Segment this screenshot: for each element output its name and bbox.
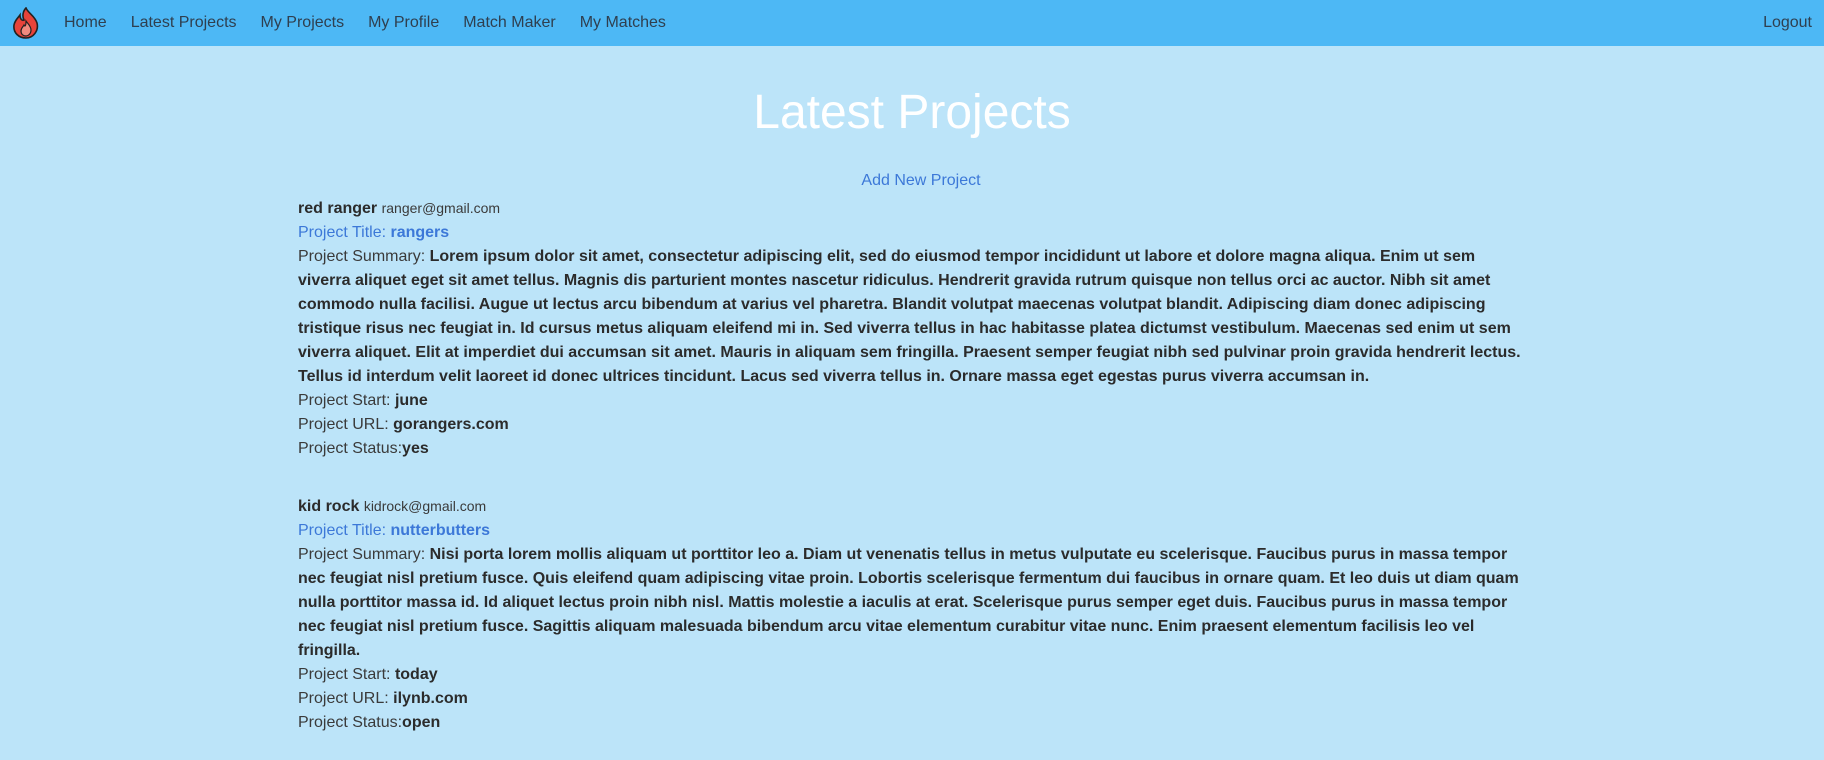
project-summary-text: Lorem ipsum dolor sit amet, consectetur … — [298, 247, 1521, 385]
owner-email: kidrock@gmail.com — [363, 497, 487, 514]
project-start: Project Start: today — [298, 663, 1530, 687]
flame-icon[interactable] — [10, 7, 42, 39]
logout-link[interactable]: Logout — [1763, 14, 1812, 32]
project-title-link[interactable]: nutterbutters — [390, 522, 490, 539]
project-status-label: Project Status: — [298, 439, 403, 457]
project-title-link[interactable]: rangers — [390, 224, 449, 241]
project-status: Project Status:yes — [298, 437, 1530, 461]
project-list: red ranger ranger@gmail.com Project Titl… — [298, 196, 1530, 735]
add-new-project-link[interactable]: Add New Project — [0, 172, 1824, 190]
project-url: Project URL: gorangers.com — [298, 413, 1530, 437]
project-owner: red ranger ranger@gmail.com — [298, 196, 1530, 221]
project-url-label: Project URL: — [298, 689, 389, 707]
project-title-label: Project Title: — [298, 223, 387, 241]
project-title-label: Project Title: — [298, 521, 387, 539]
navbar: Home Latest Projects My Projects My Prof… — [0, 0, 1824, 46]
project-summary-label: Project Summary: — [298, 545, 426, 563]
project-url: Project URL: ilynb.com — [298, 687, 1530, 711]
owner-email: ranger@gmail.com — [381, 199, 501, 216]
project-start: Project Start: june — [298, 389, 1530, 413]
project-status-value: open — [402, 713, 441, 731]
nav-my-projects[interactable]: My Projects — [261, 14, 345, 32]
project-summary: Project Summary: Nisi porta lorem mollis… — [298, 543, 1530, 663]
project-summary-text: Nisi porta lorem mollis aliquam ut portt… — [298, 545, 1519, 659]
project-start-value: june — [394, 391, 428, 409]
project-url-value: ilynb.com — [393, 689, 468, 707]
nav-links: Home Latest Projects My Projects My Prof… — [64, 14, 1763, 32]
project-card: red ranger ranger@gmail.com Project Titl… — [298, 196, 1530, 461]
project-status-label: Project Status: — [298, 713, 403, 731]
nav-my-matches[interactable]: My Matches — [580, 14, 666, 32]
owner-name: red ranger — [298, 199, 378, 217]
project-owner: kid rock kidrock@gmail.com — [298, 494, 1530, 519]
project-card: kid rock kidrock@gmail.com Project Title… — [298, 494, 1530, 735]
nav-match-maker[interactable]: Match Maker — [463, 14, 555, 32]
project-start-value: today — [394, 665, 438, 683]
project-status: Project Status:open — [298, 711, 1530, 735]
project-url-value: gorangers.com — [393, 415, 509, 433]
project-start-label: Project Start: — [298, 665, 391, 683]
nav-my-profile[interactable]: My Profile — [368, 14, 439, 32]
project-summary-label: Project Summary: — [298, 247, 426, 265]
owner-name: kid rock — [298, 497, 360, 515]
page-title: Latest Projects — [753, 86, 1071, 139]
project-url-label: Project URL: — [298, 415, 389, 433]
project-summary: Project Summary: Lorem ipsum dolor sit a… — [298, 245, 1530, 389]
project-status-value: yes — [402, 439, 429, 457]
project-title-line[interactable]: Project Title: nutterbutters — [298, 519, 1530, 543]
project-start-label: Project Start: — [298, 391, 391, 409]
project-title-line[interactable]: Project Title: rangers — [298, 221, 1530, 245]
nav-home[interactable]: Home — [64, 14, 107, 32]
nav-latest-projects[interactable]: Latest Projects — [131, 14, 237, 32]
